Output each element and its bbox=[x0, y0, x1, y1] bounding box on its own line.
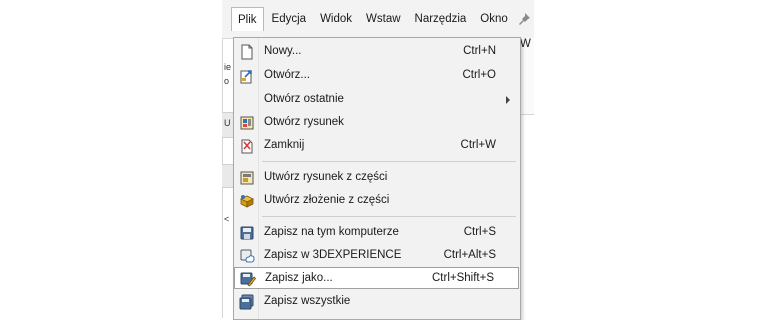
save-all-icon bbox=[239, 294, 254, 310]
menu-item-label: Zamknij bbox=[264, 139, 305, 151]
menu-separator bbox=[262, 161, 516, 162]
menu-item-label: Zapisz na tym komputerze bbox=[264, 226, 399, 238]
menu-bar: Plik Edycja Widok Wstaw Narzędzia Okno bbox=[222, 0, 534, 39]
menu-item-label: Otwórz rysunek bbox=[264, 116, 344, 128]
menu-narzedzia[interactable]: Narzędzia bbox=[409, 7, 473, 31]
menu-edycja[interactable]: Edycja bbox=[266, 7, 313, 31]
menu-item-save-3dexperience[interactable]: Zapisz w 3DEXPERIENCE Ctrl+Alt+S bbox=[234, 245, 520, 267]
save-icon bbox=[240, 226, 254, 240]
menu-item-make-assembly-from-part[interactable]: Utwórz złożenie z części bbox=[234, 190, 520, 212]
menu-separator bbox=[262, 216, 516, 217]
open-file-icon bbox=[240, 70, 252, 84]
toolbar-remnant-text: W bbox=[520, 38, 531, 50]
menu-item-label: Utwórz złożenie z części bbox=[264, 194, 390, 206]
pin-icon[interactable] bbox=[517, 12, 531, 26]
menu-item-label: Zapisz wszystkie bbox=[264, 295, 351, 307]
make-assembly-from-part-icon bbox=[240, 195, 254, 208]
menu-item-save-local[interactable]: Zapisz na tym komputerze Ctrl+S bbox=[234, 222, 520, 244]
menu-item-save-all[interactable]: Zapisz wszystkie bbox=[234, 291, 520, 313]
menu-item-label: Zapisz w 3DEXPERIENCE bbox=[264, 249, 402, 261]
menu-item-shortcut: Ctrl+O bbox=[462, 69, 496, 81]
left-strip-text: ie bbox=[224, 62, 232, 72]
menu-item-open-recent[interactable]: Otwórz ostatnie bbox=[234, 89, 520, 111]
menu-wstaw[interactable]: Wstaw bbox=[360, 7, 407, 31]
save-to-cloud-icon bbox=[240, 249, 255, 263]
menu-item-shortcut: Ctrl+W bbox=[460, 139, 496, 151]
make-drawing-from-part-icon bbox=[240, 171, 254, 185]
menu-item-label: Otwórz ostatnie bbox=[264, 93, 344, 105]
submenu-arrow-icon bbox=[506, 96, 510, 104]
new-document-icon bbox=[241, 44, 253, 60]
menu-item-shortcut: Ctrl+Alt+S bbox=[443, 249, 496, 261]
menu-item-label: Utwórz rysunek z części bbox=[264, 171, 388, 183]
file-menu-dropdown: Nowy... Ctrl+N Otwórz... Ctrl+O Otwórz o… bbox=[233, 37, 521, 320]
menu-item-close[interactable]: Zamknij Ctrl+W bbox=[234, 135, 520, 157]
save-as-icon bbox=[240, 272, 256, 287]
menu-item-shortcut: Ctrl+Shift+S bbox=[432, 272, 494, 284]
menu-item-label: Zapisz jako... bbox=[265, 272, 333, 284]
menu-item-make-drawing-from-part[interactable]: Utwórz rysunek z części bbox=[234, 167, 520, 189]
left-strip-text: o bbox=[224, 76, 230, 86]
menu-okno[interactable]: Okno bbox=[474, 7, 514, 31]
left-strip-text: U bbox=[224, 118, 231, 128]
menu-item-new[interactable]: Nowy... Ctrl+N bbox=[234, 41, 520, 63]
close-document-icon bbox=[241, 139, 253, 154]
menu-item-save-as[interactable]: Zapisz jako... Ctrl+Shift+S bbox=[234, 267, 519, 289]
menu-item-open[interactable]: Otwórz... Ctrl+O bbox=[234, 65, 520, 87]
menu-item-label: Nowy... bbox=[264, 45, 302, 57]
menu-plik[interactable]: Plik bbox=[231, 7, 264, 31]
menu-item-shortcut: Ctrl+S bbox=[463, 226, 496, 238]
menu-item-open-drawing[interactable]: Otwórz rysunek bbox=[234, 112, 520, 134]
open-drawing-icon bbox=[240, 116, 254, 130]
menu-item-shortcut: Ctrl+N bbox=[463, 45, 496, 57]
menu-item-label: Otwórz... bbox=[264, 69, 311, 81]
left-strip-text: < bbox=[224, 214, 230, 224]
menu-widok[interactable]: Widok bbox=[314, 7, 358, 31]
